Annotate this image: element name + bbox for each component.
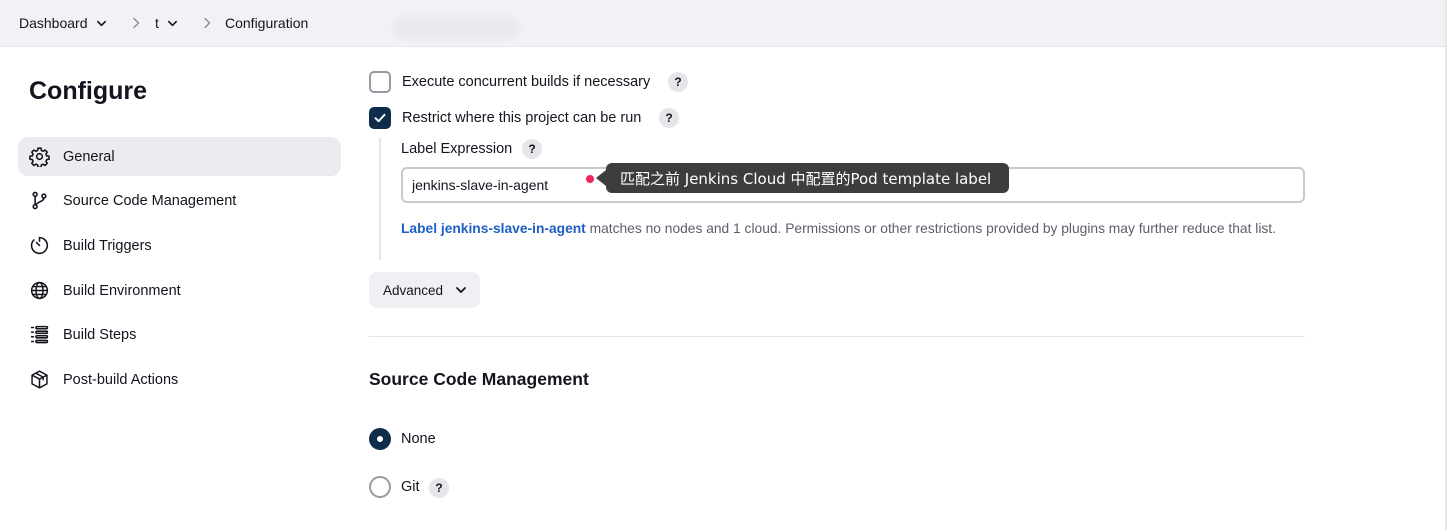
concurrent-builds-checkbox[interactable] <box>369 71 391 93</box>
sidebar-item-build-environment[interactable]: Build Environment <box>18 271 341 310</box>
sidebar-item-post-build-actions[interactable]: Post-build Actions <box>18 360 341 399</box>
breadcrumb-configuration-label: Configuration <box>225 15 309 31</box>
label-match-info: Label jenkins-slave-in-agent matches no … <box>401 218 1306 239</box>
check-icon <box>374 113 386 123</box>
scm-git-label: Git <box>401 479 420 495</box>
breadcrumb-job[interactable]: t <box>155 15 178 31</box>
sidebar-item-build-steps[interactable]: Build Steps <box>18 315 341 354</box>
help-icon[interactable]: ? <box>659 108 679 128</box>
chevron-right-icon <box>133 17 140 29</box>
advanced-button-label: Advanced <box>383 282 444 298</box>
chevron-down-icon[interactable] <box>167 18 178 29</box>
help-icon[interactable]: ? <box>522 139 542 159</box>
scm-git-radio[interactable] <box>369 476 391 498</box>
chevron-down-icon <box>456 287 466 293</box>
annotation-tooltip: 匹配之前 Jenkins Cloud 中配置的Pod template labe… <box>595 163 1010 193</box>
breadcrumb-configuration[interactable]: Configuration <box>225 15 308 31</box>
gear-icon <box>29 146 50 167</box>
sidebar-item-build-triggers[interactable]: Build Triggers <box>18 226 341 265</box>
sidebar-item-general[interactable]: General <box>18 137 341 176</box>
sidebar-item-label: Build Triggers <box>63 237 152 254</box>
git-branch-icon <box>29 190 50 211</box>
chevron-down-icon[interactable] <box>96 18 107 29</box>
sidebar-item-label: Post-build Actions <box>63 371 179 388</box>
package-icon <box>29 369 50 390</box>
label-expression-label: Label Expression <box>401 141 513 157</box>
blurred-region <box>392 16 522 40</box>
sidebar-item-label: General <box>63 148 115 165</box>
breadcrumb-dashboard[interactable]: Dashboard <box>19 15 107 31</box>
globe-icon <box>29 280 50 301</box>
help-icon[interactable]: ? <box>429 478 449 498</box>
scm-none-label: None <box>401 431 436 447</box>
breadcrumb-dashboard-label: Dashboard <box>19 15 88 31</box>
sidebar-item-label: Source Code Management <box>63 192 237 209</box>
label-link[interactable]: Label jenkins-slave-in-agent <box>401 221 586 236</box>
scm-none-radio[interactable] <box>369 428 391 450</box>
nested-section-line <box>379 138 381 260</box>
sidebar-item-label: Build Environment <box>63 282 181 299</box>
concurrent-builds-label: Execute concurrent builds if necessary <box>402 74 651 90</box>
restrict-project-label: Restrict where this project can be run <box>402 110 642 126</box>
annotation-marker <box>586 175 594 183</box>
advanced-button[interactable]: Advanced <box>369 272 480 308</box>
sidebar-item-source-code-management[interactable]: Source Code Management <box>18 181 341 220</box>
label-match-text: matches no nodes and 1 cloud. Permission… <box>585 221 1276 236</box>
restrict-project-checkbox[interactable] <box>369 107 391 129</box>
help-icon[interactable]: ? <box>668 72 688 92</box>
timer-icon <box>29 235 50 256</box>
scm-section-title: Source Code Management <box>369 369 589 389</box>
breadcrumb-bar: Dashboard t Configuration <box>0 0 1447 47</box>
list-steps-icon <box>29 324 50 345</box>
page-title: Configure <box>29 77 148 105</box>
chevron-right-icon <box>204 17 211 29</box>
section-divider <box>369 336 1305 337</box>
breadcrumb-job-label: t <box>155 15 159 31</box>
sidebar-item-label: Build Steps <box>63 326 137 343</box>
